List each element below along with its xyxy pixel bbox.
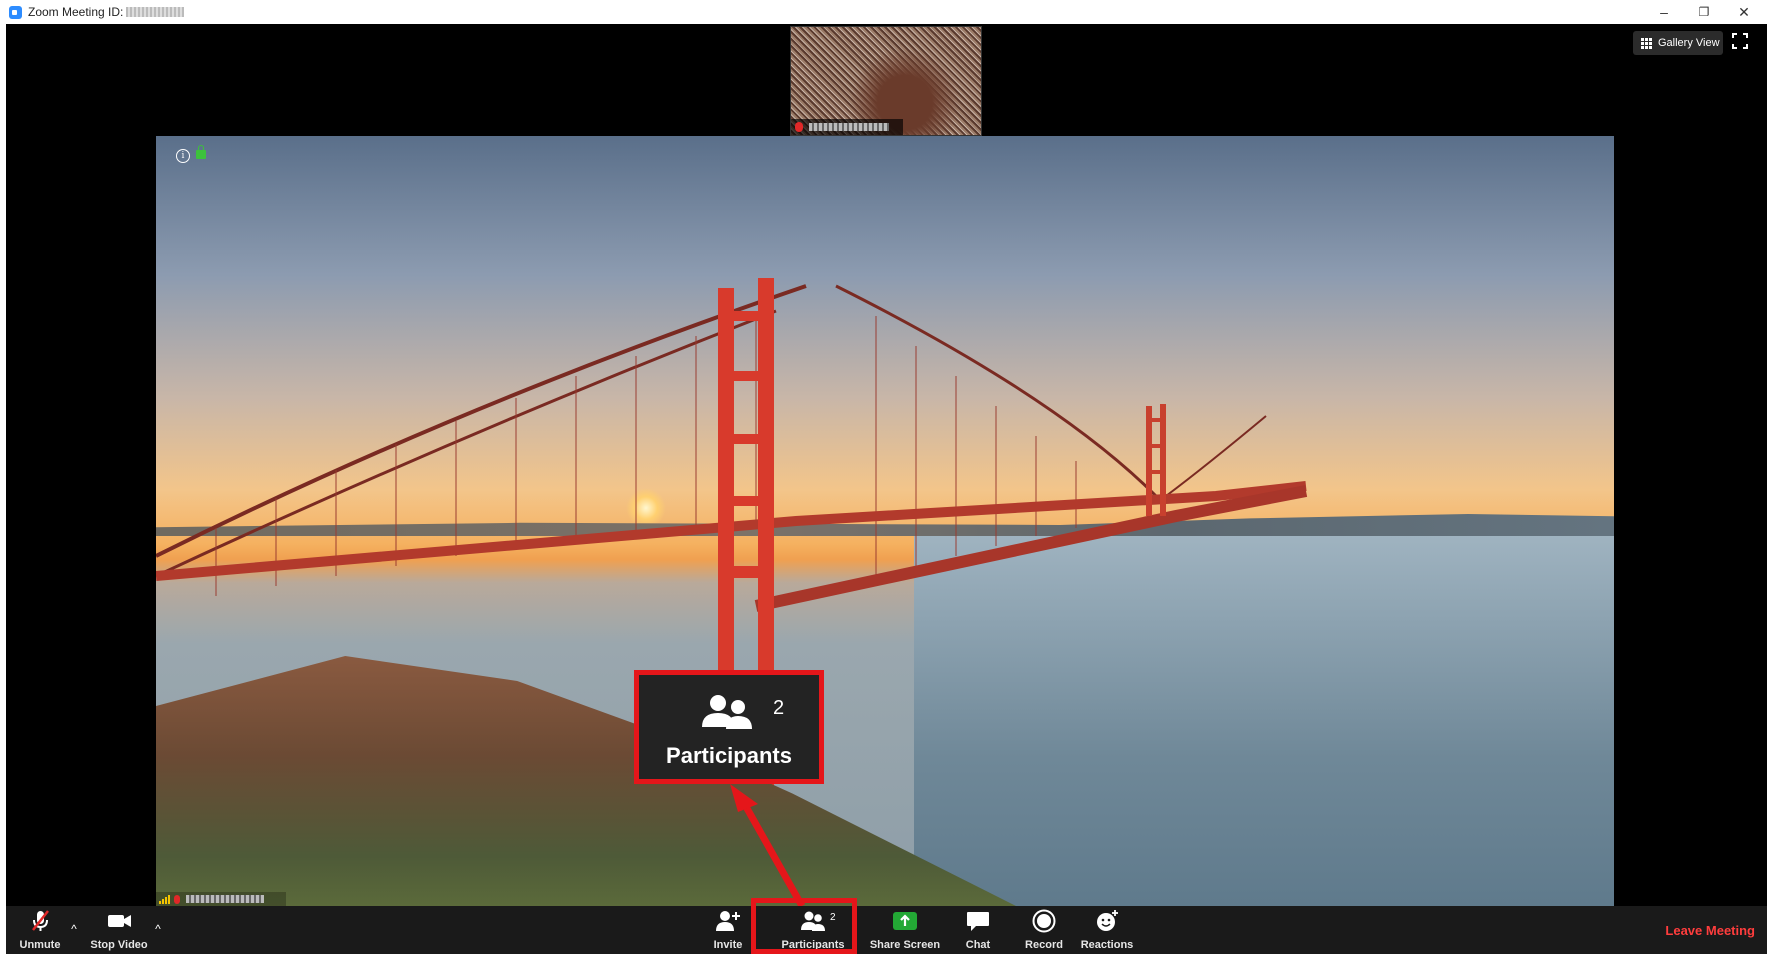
- participants-icon: [702, 695, 752, 729]
- reactions-label: Reactions: [1080, 939, 1134, 951]
- chat-label: Chat: [965, 939, 991, 951]
- reactions-button[interactable]: Reactions: [1079, 906, 1135, 954]
- chat-icon: [967, 912, 989, 931]
- window-title: Zoom Meeting ID:: [28, 5, 124, 19]
- minimize-button[interactable]: –: [1643, 0, 1685, 24]
- share-screen-label: Share Screen: [869, 939, 941, 951]
- share-screen-icon: [893, 912, 917, 930]
- invite-icon: [716, 911, 740, 931]
- meeting-canvas: Gallery View i: [6, 24, 1767, 906]
- info-icon[interactable]: i: [176, 149, 190, 163]
- reactions-icon: [1097, 910, 1118, 931]
- invite-label: Invite: [713, 939, 743, 951]
- self-video-thumbnail[interactable]: [790, 26, 982, 136]
- meeting-id-redacted: [126, 7, 185, 17]
- participants-callout: 2 Participants: [634, 670, 824, 784]
- stop-video-label: Stop Video: [90, 939, 148, 951]
- unmute-label: Unmute: [19, 939, 61, 951]
- gallery-view-label: Gallery View: [1658, 37, 1720, 49]
- callout-participant-count: 2: [773, 697, 785, 719]
- signal-strength-icon: [159, 894, 170, 904]
- meeting-toolbar: Unmute ^ Stop Video ^ Invite 2 Participa…: [6, 906, 1767, 954]
- stop-video-button[interactable]: Stop Video: [86, 906, 152, 954]
- video-options-caret-icon[interactable]: ^: [151, 922, 165, 936]
- unmute-button[interactable]: Unmute: [14, 906, 66, 954]
- main-name-bar: [156, 892, 286, 906]
- zoom-app-icon: [9, 5, 22, 19]
- mic-muted-icon: [32, 910, 49, 931]
- record-label: Record: [1025, 939, 1063, 951]
- record-button[interactable]: Record: [1020, 906, 1068, 954]
- mic-muted-icon: [795, 122, 803, 132]
- restore-button[interactable]: ❐: [1683, 0, 1725, 24]
- participant-name-redacted: [186, 895, 264, 903]
- thumbnail-name-bar: [791, 119, 903, 135]
- audio-options-caret-icon[interactable]: ^: [67, 922, 81, 936]
- grid-icon: [1641, 37, 1652, 49]
- window-titlebar: Zoom Meeting ID: – ❐ ✕: [0, 0, 1767, 24]
- gallery-view-button[interactable]: Gallery View: [1633, 31, 1723, 55]
- mic-muted-icon: [174, 894, 180, 904]
- record-icon: [1032, 909, 1056, 933]
- share-screen-button[interactable]: Share Screen: [868, 906, 942, 954]
- participant-name-redacted: [809, 123, 889, 131]
- close-button[interactable]: ✕: [1723, 0, 1765, 24]
- video-camera-icon: [108, 915, 131, 927]
- main-video-feed: i: [156, 136, 1614, 906]
- participants-highlight-box: [751, 898, 857, 954]
- invite-button[interactable]: Invite: [706, 906, 750, 954]
- leave-meeting-button[interactable]: Leave Meeting: [1665, 906, 1755, 954]
- callout-label: Participants: [666, 743, 792, 768]
- fullscreen-icon[interactable]: [1732, 33, 1748, 49]
- chat-button[interactable]: Chat: [956, 906, 1000, 954]
- lock-icon[interactable]: [196, 145, 206, 159]
